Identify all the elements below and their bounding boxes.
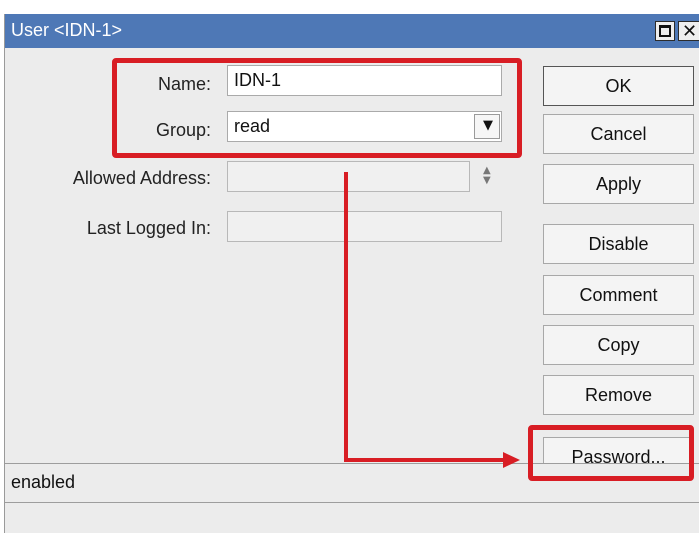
annotation-arrow-icon xyxy=(344,172,520,468)
